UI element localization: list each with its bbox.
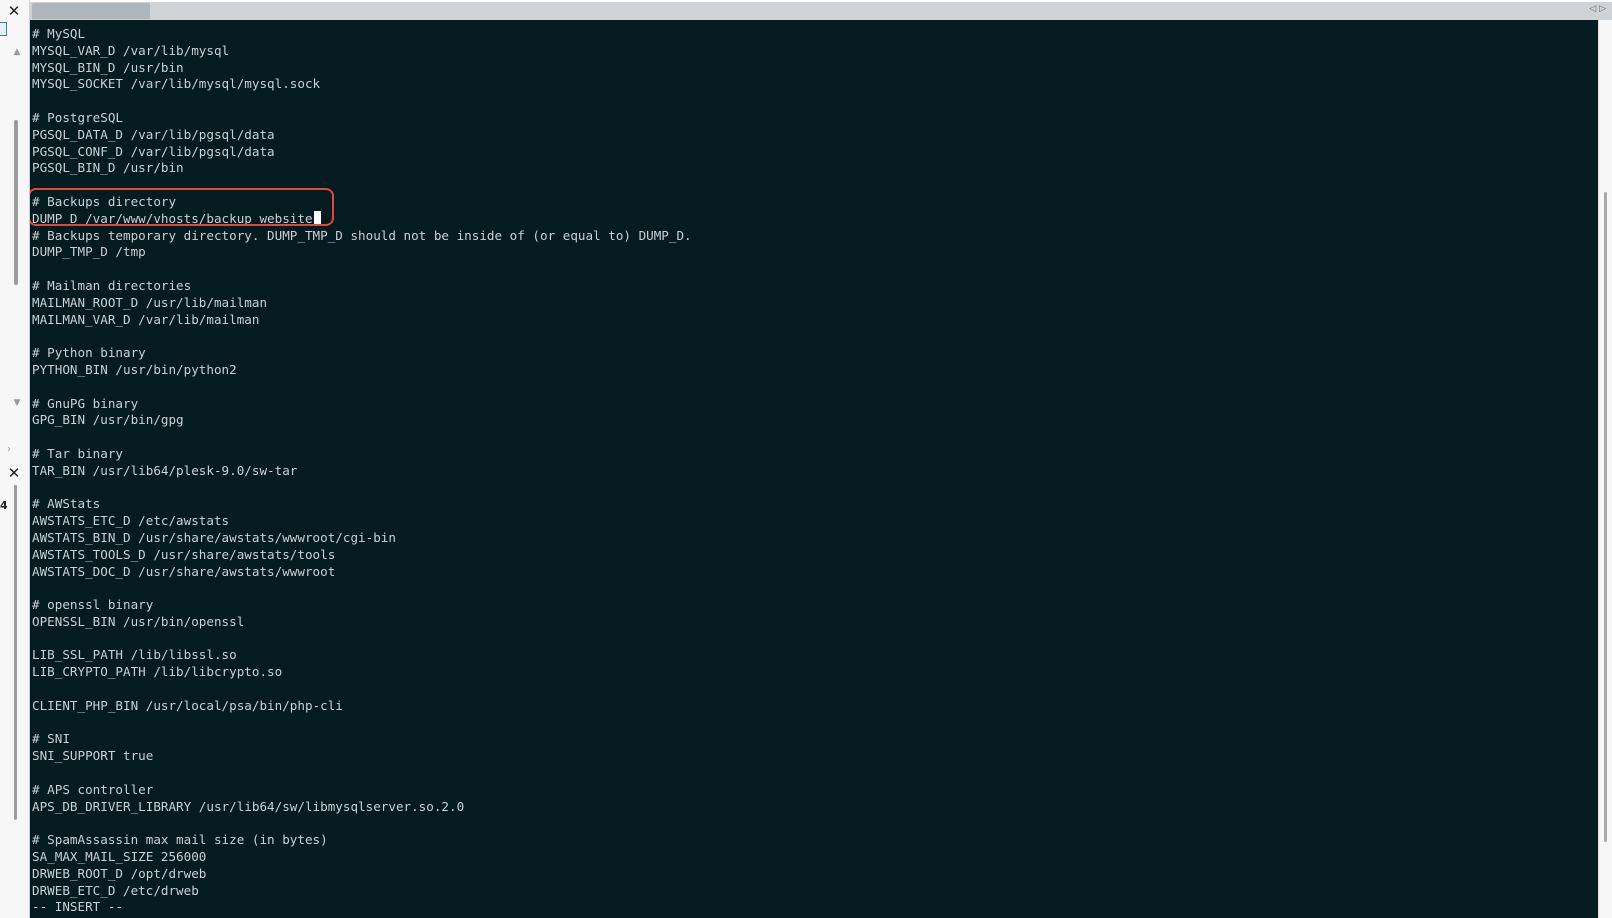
close-icon-secondary[interactable]: ✕ (3, 464, 25, 482)
terminal-line: SNI_SUPPORT true (32, 748, 154, 764)
left-scrollbar-thumb[interactable] (14, 120, 18, 285)
left-scrollbar-thumb-secondary[interactable] (14, 485, 17, 820)
terminal-line: # SpamAssassin max mail size (in bytes) (32, 832, 328, 848)
terminal-line: # Tar binary (32, 445, 123, 461)
terminal-scrollbar-thumb[interactable] (1604, 192, 1607, 842)
chevron-right-icon[interactable]: › (7, 444, 11, 455)
terminal-line: LIB_SSL_PATH /lib/libssl.so (32, 647, 237, 663)
terminal-line: DRWEB_ETC_D /etc/drweb (32, 882, 199, 898)
close-icon[interactable]: ✕ (3, 2, 25, 20)
terminal-line: OPENSSL_BIN /usr/bin/openssl (32, 613, 245, 629)
terminal-line: CLIENT_PHP_BIN /usr/local/psa/bin/php-cl… (32, 697, 343, 713)
terminal-line: MAILMAN_ROOT_D /usr/lib/mailman (32, 294, 268, 310)
terminal-line: PGSQL_DATA_D /var/lib/pgsql/data (32, 126, 275, 142)
left-pane: ✕ ▲ ▼ › ✕ 4 (0, 0, 30, 918)
terminal-line: LIB_CRYPTO_PATH /lib/libcrypto.so (32, 664, 283, 680)
terminal-line: GPG_BIN /usr/bin/gpg (32, 412, 184, 428)
terminal-line: # AWStats (32, 496, 101, 512)
terminal-line: DRWEB_ROOT_D /opt/drweb (32, 865, 207, 881)
terminal-line: AWSTATS_BIN_D /usr/share/awstats/wwwroot… (32, 529, 396, 545)
highlight-annotation (30, 188, 334, 226)
terminal-window[interactable]: # MySQL MYSQL_VAR_D /var/lib/mysql MYSQL_B… (30, 20, 1598, 918)
terminal-line: # GnuPG binary (32, 395, 139, 411)
terminal-line: MAILMAN_VAR_D /var/lib/mailman (32, 311, 260, 327)
terminal-line: DUMP_TMP_D /tmp (32, 244, 146, 260)
terminal-line: # Python binary (32, 345, 146, 361)
scroll-down-icon[interactable]: ▼ (11, 398, 23, 408)
terminal-line: # PostgreSQL (32, 109, 123, 125)
terminal-line: # APS controller (32, 781, 154, 797)
terminal-scrollbar[interactable] (1598, 20, 1612, 918)
terminal-tab[interactable] (32, 3, 150, 19)
scroll-up-icon[interactable]: ▲ (11, 47, 23, 57)
terminal-text: # MySQL MYSQL_VAR_D /var/lib/mysql MYSQL_B… (32, 26, 692, 916)
terminal-line: MYSQL_BIN_D /usr/bin (32, 59, 184, 75)
terminal-line: AWSTATS_DOC_D /usr/share/awstats/wwwroot (32, 563, 336, 579)
terminal-line: -- INSERT -- (32, 899, 123, 915)
selected-item-marker[interactable] (0, 22, 7, 36)
terminal-line: PYTHON_BIN /usr/bin/python2 (32, 361, 237, 377)
side-pane-number: 4 (0, 499, 8, 512)
tab-scroll-arrows-icon[interactable]: ◁ ▷ (1589, 4, 1606, 14)
terminal-line: AWSTATS_ETC_D /etc/awstats (32, 513, 230, 529)
terminal-line: MYSQL_VAR_D /var/lib/mysql (32, 42, 230, 58)
terminal-line: TAR_BIN /usr/lib64/plesk-9.0/sw-tar (32, 462, 298, 478)
terminal-line: # openssl binary (32, 597, 154, 613)
terminal-line: SA_MAX_MAIL_SIZE 256000 (32, 849, 207, 865)
terminal-line: # Backups temporary directory. DUMP_TMP_… (32, 227, 692, 243)
terminal-line: # MySQL (32, 26, 86, 41)
terminal-line: # SNI (32, 731, 70, 747)
terminal-line: # Mailman directories (32, 277, 192, 293)
terminal-line: MYSQL_SOCKET /var/lib/mysql/mysql.sock (32, 76, 321, 92)
terminal-line: APS_DB_DRIVER_LIBRARY /usr/lib64/sw/libm… (32, 798, 465, 814)
terminal-tab-strip: ◁ ▷ (30, 2, 1612, 20)
terminal-line: AWSTATS_TOOLS_D /usr/share/awstats/tools (32, 546, 336, 562)
terminal-line: PGSQL_CONF_D /var/lib/pgsql/data (32, 143, 275, 159)
terminal-line: PGSQL_BIN_D /usr/bin (32, 160, 184, 176)
